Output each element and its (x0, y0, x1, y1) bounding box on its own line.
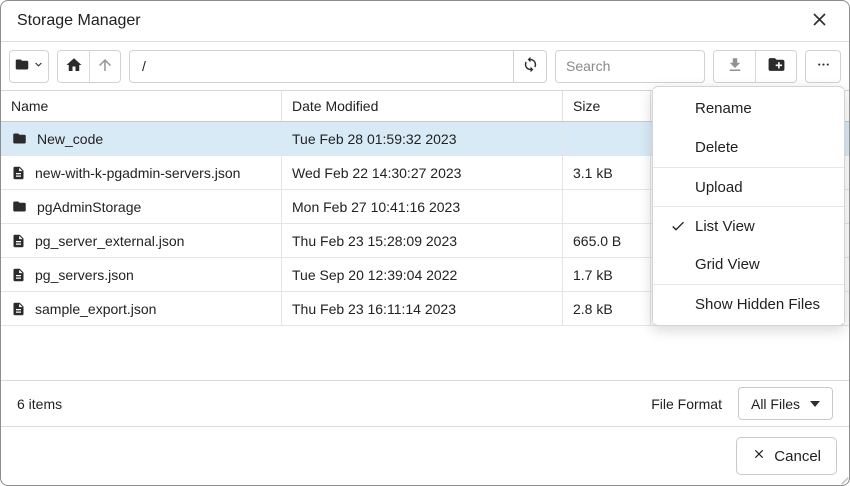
folder-icon (13, 57, 31, 75)
file-size: 665.0 B (563, 224, 651, 257)
column-header-name[interactable]: Name (1, 91, 282, 121)
items-count: 6 items (17, 396, 62, 412)
file-date: Thu Feb 23 16:11:14 2023 (282, 292, 563, 325)
folder-icon (11, 199, 28, 214)
file-size: 2.8 kB (563, 292, 651, 325)
refresh-button[interactable] (514, 50, 547, 83)
check-icon (670, 218, 686, 238)
file-icon (11, 301, 26, 317)
menu-item-delete[interactable]: Delete (653, 128, 844, 167)
storage-manager-dialog: Storage Manager (0, 0, 850, 486)
menu-item-list-view[interactable]: List View (653, 206, 844, 245)
cancel-x-icon (752, 447, 766, 465)
file-name: pgAdminStorage (37, 199, 141, 215)
menu-item-show-hidden-files[interactable]: Show Hidden Files (653, 284, 844, 323)
file-name: pg_servers.json (35, 267, 134, 283)
column-header-size[interactable]: Size (563, 91, 651, 121)
action-bar: Cancel (1, 426, 849, 485)
new-folder-icon (767, 55, 786, 77)
status-bar: 6 items File Format All Files (1, 380, 849, 426)
nav-button-group (57, 50, 121, 83)
dialog-title: Storage Manager (17, 12, 141, 30)
file-action-group (713, 50, 797, 83)
search-input[interactable] (555, 50, 705, 83)
file-date: Tue Feb 28 01:59:32 2023 (282, 122, 563, 155)
toolbar (1, 42, 849, 91)
refresh-icon (522, 56, 539, 76)
cancel-label: Cancel (774, 448, 821, 465)
file-size: 1.7 kB (563, 258, 651, 291)
up-arrow-icon (96, 56, 114, 77)
file-name: pg_server_external.json (35, 233, 184, 249)
file-size: 3.1 kB (563, 156, 651, 189)
more-options-button[interactable] (805, 50, 841, 83)
storage-select-button[interactable] (9, 50, 49, 83)
file-name: sample_export.json (35, 301, 156, 317)
file-name: New_code (37, 131, 103, 147)
file-date: Wed Feb 22 14:30:27 2023 (282, 156, 563, 189)
file-icon (11, 165, 26, 181)
download-button[interactable] (714, 51, 755, 82)
file-size (563, 122, 651, 155)
file-date: Tue Sep 20 12:39:04 2022 (282, 258, 563, 291)
download-icon (726, 56, 744, 77)
file-icon (11, 267, 26, 283)
caret-down-icon (810, 401, 820, 407)
new-folder-button[interactable] (755, 51, 796, 82)
titlebar: Storage Manager (1, 1, 849, 42)
file-date: Mon Feb 27 10:41:16 2023 (282, 190, 563, 223)
file-size (563, 190, 651, 223)
file-format-select[interactable]: All Files (738, 387, 833, 420)
file-name: new-with-k-pgadmin-servers.json (35, 165, 240, 181)
menu-item-upload[interactable]: Upload (653, 167, 844, 206)
file-date: Thu Feb 23 15:28:09 2023 (282, 224, 563, 257)
menu-item-grid-view[interactable]: Grid View (653, 245, 844, 284)
menu-item-rename[interactable]: Rename (653, 89, 844, 128)
chevron-down-icon (32, 58, 45, 74)
close-icon (811, 11, 828, 31)
table-empty-area (1, 326, 849, 380)
column-header-date-modified[interactable]: Date Modified (282, 91, 563, 121)
cancel-button[interactable]: Cancel (736, 437, 837, 475)
home-button[interactable] (58, 51, 89, 82)
folder-icon (11, 131, 28, 146)
options-menu: Rename Delete Upload List View Grid View… (652, 86, 845, 326)
up-directory-button[interactable] (89, 51, 120, 82)
file-icon (11, 233, 26, 249)
file-format-value: All Files (751, 396, 800, 412)
file-format-label: File Format (651, 396, 722, 412)
home-icon (65, 56, 83, 77)
close-button[interactable] (805, 7, 833, 35)
path-group (129, 50, 547, 83)
more-options-icon (815, 56, 832, 76)
path-input[interactable] (129, 50, 514, 83)
